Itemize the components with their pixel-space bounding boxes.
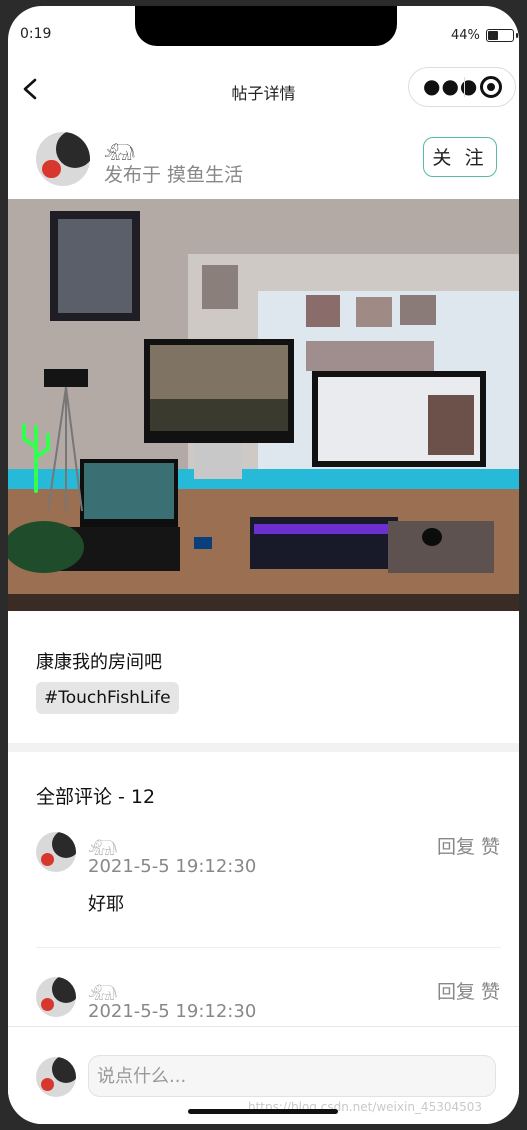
more-menu-icon[interactable]: ●●●	[423, 76, 478, 96]
phone-screen: 0:19 44% 帖子详情 ●●● 𓃰 发布于 摸鱼生活 关 注 康康我的房间吧…	[8, 6, 519, 1124]
status-time: 0:19	[20, 26, 52, 42]
comment-text: 好耶	[88, 894, 124, 915]
reply-button[interactable]: 回复	[437, 836, 475, 858]
like-button[interactable]: 赞	[481, 981, 500, 1003]
commenter-avatar[interactable]	[36, 977, 76, 1017]
author-header: 𓃰 发布于 摸鱼生活 关 注	[8, 124, 519, 196]
author-avatar[interactable]	[36, 132, 90, 186]
comment-actions: 回复赞	[431, 977, 500, 1004]
reply-button[interactable]: 回复	[437, 981, 475, 1003]
miniprogram-capsule: ●●●	[408, 67, 516, 107]
follow-button[interactable]: 关 注	[423, 137, 497, 177]
nav-bar: 帖子详情 ●●●	[8, 64, 519, 116]
comment-divider	[36, 947, 501, 948]
comments-header: 全部评论 - 12	[36, 786, 156, 808]
battery-percent: 44%	[451, 28, 480, 43]
comment-time: 2021-5-5 19:12:30	[88, 856, 257, 877]
battery-icon	[486, 29, 518, 42]
close-miniprogram-icon[interactable]	[480, 76, 502, 98]
section-divider	[8, 743, 519, 752]
comment-actions: 回复赞	[431, 832, 500, 859]
camera-notch	[135, 6, 397, 46]
home-indicator	[188, 1109, 338, 1114]
post-photo[interactable]	[8, 199, 519, 611]
like-button[interactable]: 赞	[481, 836, 500, 858]
user-avatar	[36, 1057, 76, 1097]
comment-time: 2021-5-5 19:12:30	[88, 1001, 257, 1022]
post-source: 发布于 摸鱼生活	[104, 164, 244, 186]
topic-tag[interactable]: #TouchFishLife	[36, 682, 179, 714]
comment-input[interactable]	[88, 1055, 496, 1097]
commenter-avatar[interactable]	[36, 832, 76, 872]
post-caption: 康康我的房间吧	[36, 652, 162, 673]
